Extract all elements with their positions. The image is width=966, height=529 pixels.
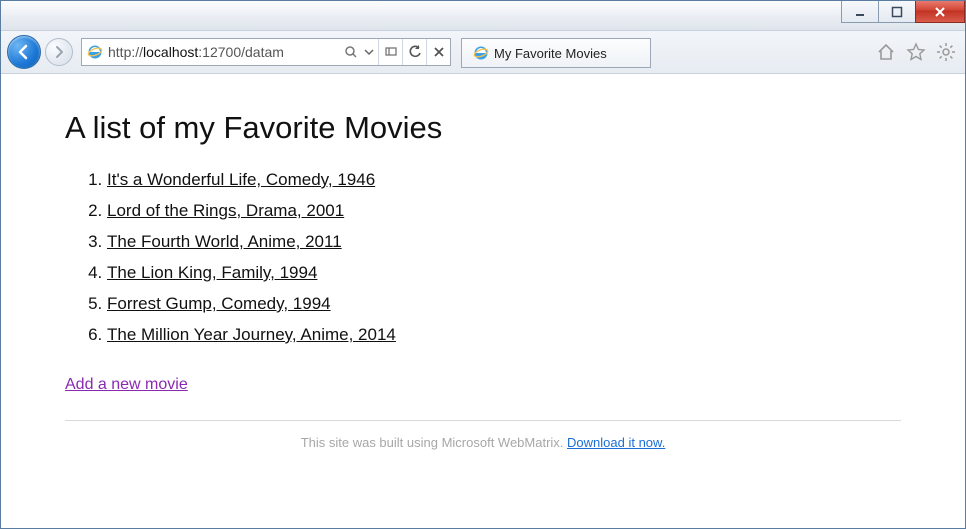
close-button[interactable]: [915, 1, 965, 23]
browser-tab[interactable]: My Favorite Movies: [461, 38, 651, 68]
page-content: A list of my Favorite Movies It's a Wond…: [1, 74, 965, 528]
address-bar[interactable]: http://localhost:12700/datam: [81, 38, 451, 66]
search-icon[interactable]: [342, 39, 360, 65]
window-titlebar: [1, 1, 965, 31]
dropdown-icon[interactable]: [360, 39, 378, 65]
tab-title: My Favorite Movies: [494, 46, 607, 61]
movie-link[interactable]: The Fourth World, Anime, 2011: [107, 232, 342, 251]
browser-toolbar: http://localhost:12700/datam My Favorite…: [1, 31, 965, 74]
list-item: Forrest Gump, Comedy, 1994: [107, 294, 901, 314]
favorites-icon[interactable]: [903, 39, 929, 65]
download-link[interactable]: Download it now.: [567, 435, 665, 450]
stop-icon[interactable]: [426, 39, 450, 65]
movie-link[interactable]: Lord of the Rings, Drama, 2001: [107, 201, 344, 220]
movie-link[interactable]: The Million Year Journey, Anime, 2014: [107, 325, 396, 344]
url-text: http://localhost:12700/datam: [108, 44, 342, 60]
list-item: The Lion King, Family, 1994: [107, 263, 901, 283]
tools-icon[interactable]: [933, 39, 959, 65]
add-movie-link[interactable]: Add a new movie: [65, 376, 188, 394]
divider: [65, 420, 901, 421]
list-item: The Fourth World, Anime, 2011: [107, 232, 901, 252]
list-item: It's a Wonderful Life, Comedy, 1946: [107, 170, 901, 190]
list-item: Lord of the Rings, Drama, 2001: [107, 201, 901, 221]
list-item: The Million Year Journey, Anime, 2014: [107, 325, 901, 345]
maximize-button[interactable]: [878, 1, 916, 23]
footer-text: This site was built using Microsoft WebM…: [65, 435, 901, 450]
ie-icon: [86, 43, 104, 61]
back-button[interactable]: [7, 35, 41, 69]
forward-button[interactable]: [45, 38, 73, 66]
home-icon[interactable]: [873, 39, 899, 65]
movie-link[interactable]: Forrest Gump, Comedy, 1994: [107, 294, 331, 313]
movie-list: It's a Wonderful Life, Comedy, 1946 Lord …: [107, 170, 901, 345]
movie-link[interactable]: It's a Wonderful Life, Comedy, 1946: [107, 170, 375, 189]
compat-icon[interactable]: [378, 39, 402, 65]
minimize-button[interactable]: [841, 1, 879, 23]
refresh-icon[interactable]: [402, 39, 426, 65]
page-title: A list of my Favorite Movies: [65, 110, 901, 146]
ie-icon: [472, 44, 490, 62]
movie-link[interactable]: The Lion King, Family, 1994: [107, 263, 317, 282]
